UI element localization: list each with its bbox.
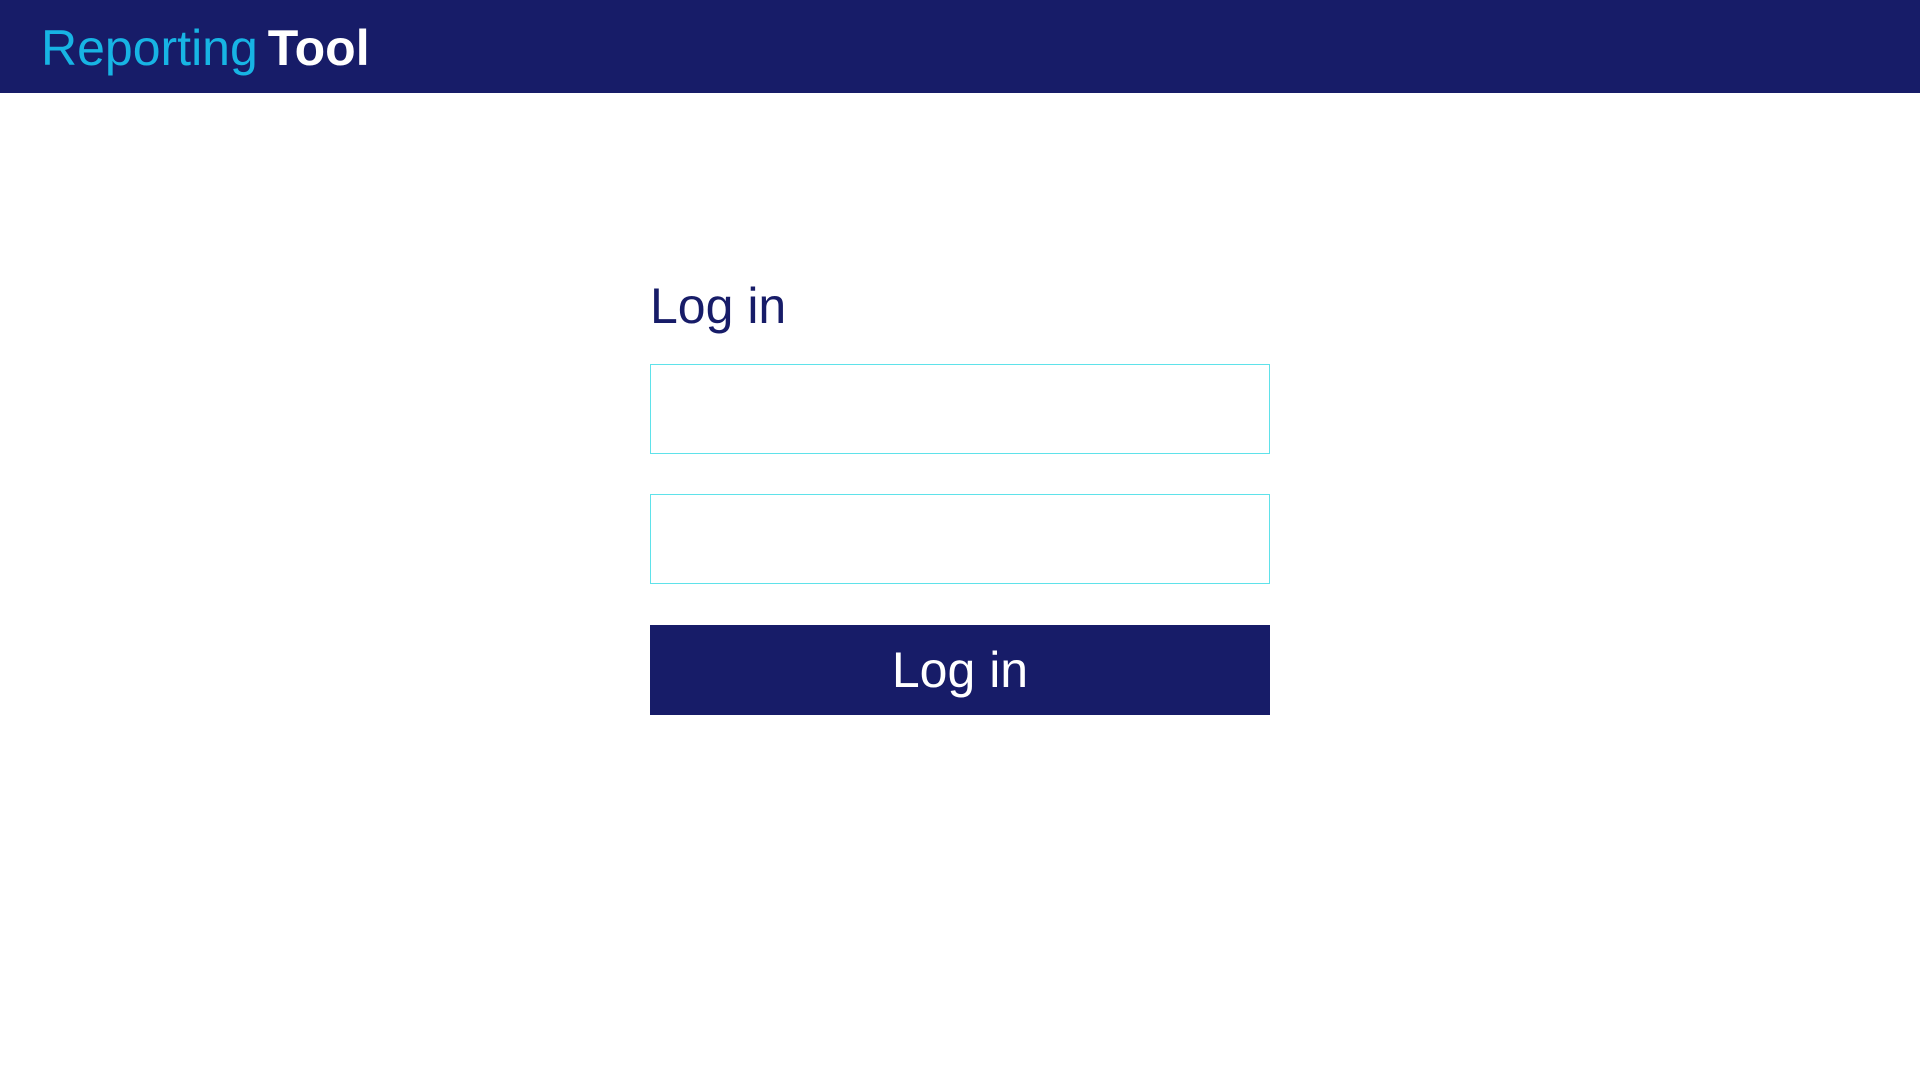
password-input[interactable] [650,494,1270,584]
app-logo: Reporting Tool [41,0,370,93]
login-title: Log in [650,278,787,334]
login-button[interactable]: Log in [650,625,1270,715]
brand-name-bold: Tool [267,20,370,76]
top-header-bar: Reporting Tool [0,0,1920,93]
brand-name-light: Reporting [41,20,258,76]
username-input[interactable] [650,364,1270,454]
app-root: Reporting Tool Log in Log in [0,0,1920,1080]
